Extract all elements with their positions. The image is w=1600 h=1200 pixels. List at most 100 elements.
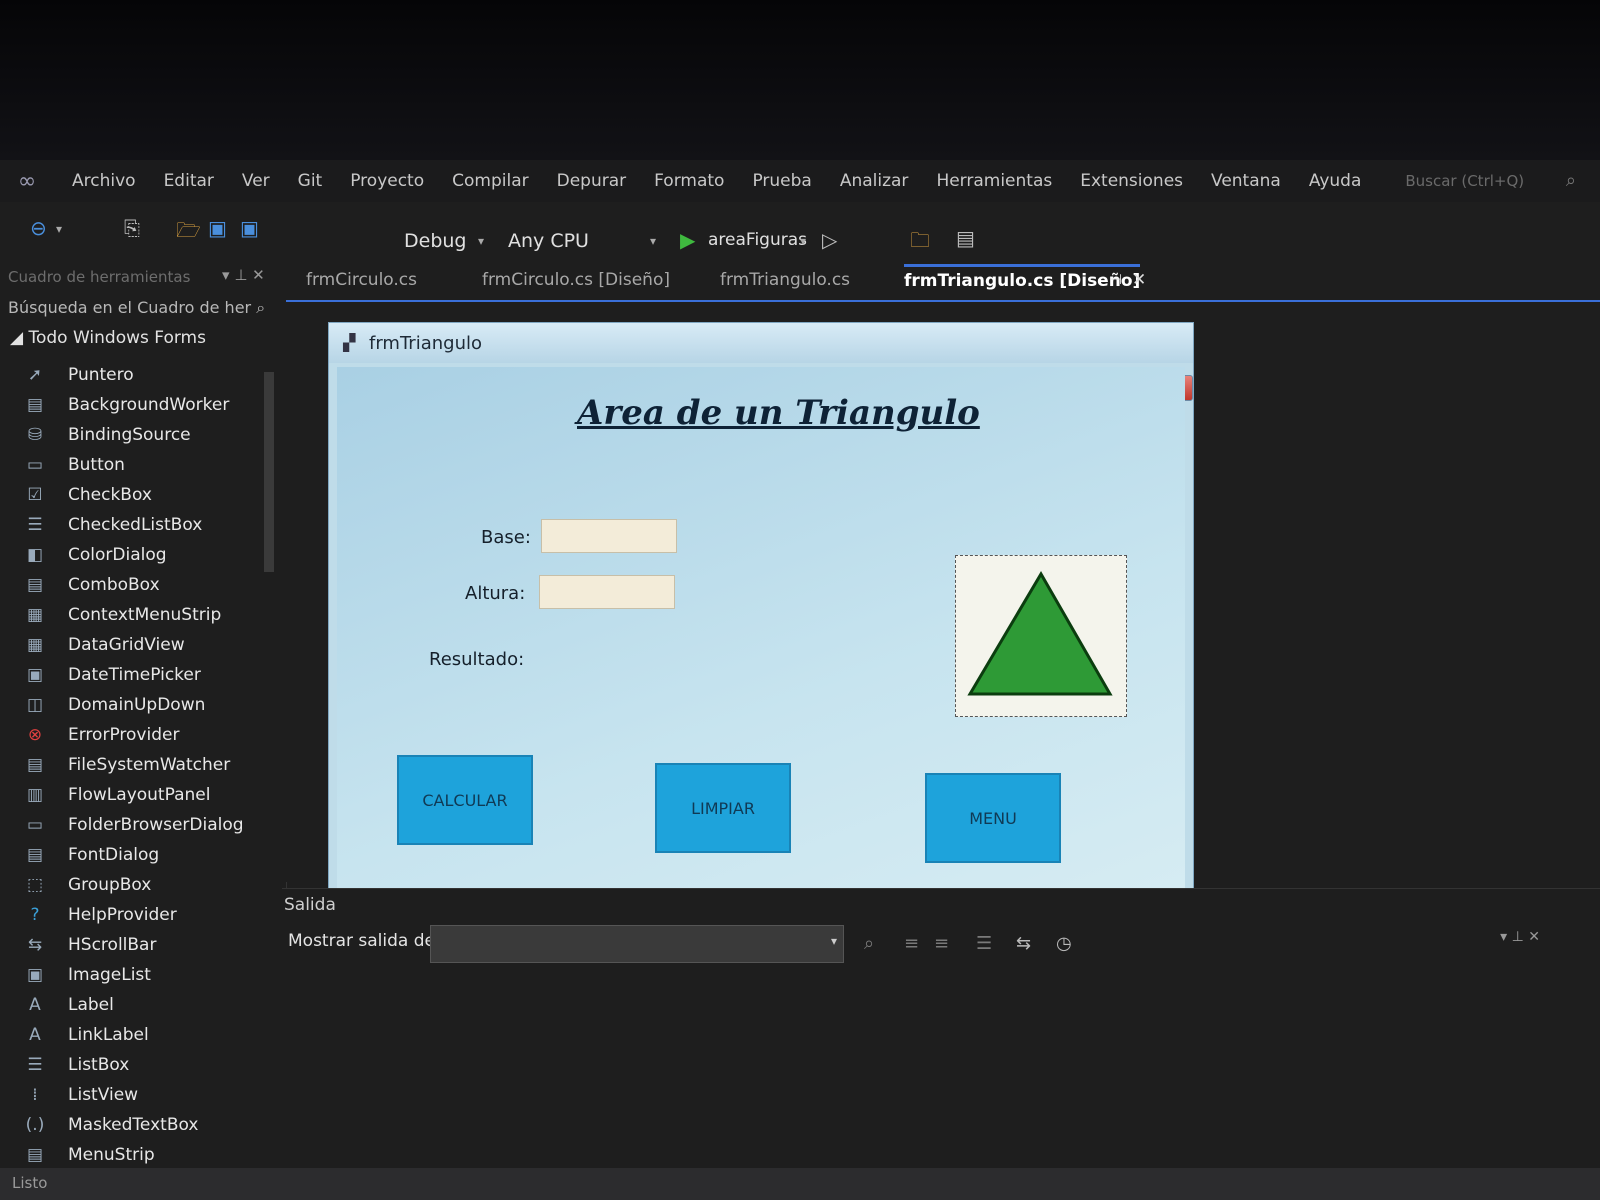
limpiar-button[interactable]: LIMPIAR <box>655 763 791 853</box>
menu-ayuda[interactable]: Ayuda <box>1295 171 1376 191</box>
tab-frmtriangulo-code[interactable]: frmTriangulo.cs <box>720 270 850 290</box>
dropdown-icon[interactable]: ▾ <box>222 266 230 284</box>
close-tab-icon[interactable]: ✕ <box>1132 270 1146 290</box>
platform-chevron-icon[interactable]: ▾ <box>650 234 656 248</box>
toolbox-item-label: Label <box>68 995 114 1015</box>
new-project-icon[interactable]: ⎘ <box>124 216 140 240</box>
start-debug-icon[interactable]: ▶ <box>680 228 695 252</box>
toolbox-item-errorprovider[interactable]: ⊗ ErrorProvider <box>0 720 262 750</box>
startup-chevron-icon[interactable]: ▾ <box>800 234 806 248</box>
pin-tab-icon[interactable]: ⊣ <box>1110 272 1122 288</box>
toolbox-item-checkedlistbox[interactable]: ☰ CheckedListBox <box>0 510 262 540</box>
toolbox-item-helpprovider[interactable]: ? HelpProvider <box>0 900 262 930</box>
word-wrap-icon[interactable]: ⇆ <box>1016 933 1031 954</box>
toolbox-item-groupbox[interactable]: ⬚ GroupBox <box>0 870 262 900</box>
toolbox-item-linklabel[interactable]: A LinkLabel <box>0 1020 262 1050</box>
toolbox-item-datetimepicker[interactable]: ▣ DateTimePicker <box>0 660 262 690</box>
toolbox-item-label[interactable]: A Label <box>0 990 262 1020</box>
status-text: Listo <box>12 1174 48 1192</box>
base-textbox[interactable] <box>541 519 677 553</box>
toolbox-item-maskedtextbox[interactable]: (.) MaskedTextBox <box>0 1110 262 1140</box>
start-without-debug-icon[interactable]: ▷ <box>822 228 837 252</box>
open-folder-icon[interactable]: 🗁 <box>176 216 201 250</box>
toolbox-item-label: BackgroundWorker <box>68 395 230 415</box>
toolbox-item-fontdialog[interactable]: ▤ FontDialog <box>0 840 262 870</box>
toolbox-item-menustrip[interactable]: ▤ MenuStrip <box>0 1140 262 1170</box>
toolbox-item-listbox[interactable]: ☰ ListBox <box>0 1050 262 1080</box>
toolbox-item-domainupdown[interactable]: ◫ DomainUpDown <box>0 690 262 720</box>
tab-frmtriangulo-design[interactable]: frmTriangulo.cs [Diseño] <box>904 264 1141 291</box>
menu-proyecto[interactable]: Proyecto <box>336 171 438 191</box>
altura-textbox[interactable] <box>539 575 675 609</box>
output-source-select[interactable]: ▾ <box>430 925 844 963</box>
context-menu-icon: ▦ <box>26 605 44 625</box>
solution-explorer-icon[interactable]: 🗀 <box>910 226 930 260</box>
configuration-chevron-icon[interactable]: ▾ <box>478 234 484 248</box>
menu-ver[interactable]: Ver <box>228 171 284 191</box>
close-icon[interactable]: ✕ <box>252 266 265 284</box>
toolbox-item-bindingsource[interactable]: ⛁ BindingSource <box>0 420 262 450</box>
toolbox-group-label: Todo Windows Forms <box>28 328 206 348</box>
menu-git[interactable]: Git <box>284 171 337 191</box>
form-frmtriangulo[interactable]: ▞ frmTriangulo ▬ ◻ ✕ Area de un Triangul… <box>328 322 1194 904</box>
color-dialog-icon: ◧ <box>26 545 44 565</box>
combobox-icon: ▤ <box>26 575 44 595</box>
search-icon[interactable]: ⌕ <box>1566 170 1576 191</box>
toolbox-item-datagridview[interactable]: ▦ DataGridView <box>0 630 262 660</box>
form-client-area: Area de un Triangulo Base: Altura: Resul… <box>337 367 1185 897</box>
toolbox-item-filesystemwatcher[interactable]: ▤ FileSystemWatcher <box>0 750 262 780</box>
calcular-button[interactable]: CALCULAR <box>397 755 533 845</box>
toolbox-item-label: DataGridView <box>68 635 185 655</box>
menu-formato[interactable]: Formato <box>640 171 738 191</box>
save-icon[interactable]: ▣ <box>208 216 227 240</box>
menu-analizar[interactable]: Analizar <box>826 171 923 191</box>
toolbox-search-input[interactable]: Búsqueda en el Cuadro de her ⌕ <box>8 298 278 318</box>
toolbox-item-combobox[interactable]: ▤ ComboBox <box>0 570 262 600</box>
imagelist-icon: ▣ <box>26 965 44 985</box>
triangle-picturebox[interactable] <box>955 555 1127 717</box>
back-dropdown-icon[interactable]: ▾ <box>56 222 62 236</box>
toolbox-item-backgroundworker[interactable]: ▤ BackgroundWorker <box>0 390 262 420</box>
tab-frmcirculo-design[interactable]: frmCirculo.cs [Diseño] <box>482 270 670 290</box>
startup-project-button[interactable]: areaFiguras <box>708 230 807 250</box>
toolbox-group-header[interactable]: ◢ Todo Windows Forms <box>10 328 206 348</box>
datagrid-icon: ▦ <box>26 635 44 655</box>
toolbox-item-puntero[interactable]: ➚ Puntero <box>0 360 262 390</box>
dropdown-icon[interactable]: ▾ <box>1500 929 1507 945</box>
toolbox-scrollbar[interactable] <box>264 372 274 572</box>
previous-message-icon[interactable]: ≡ <box>904 933 919 954</box>
search-box[interactable]: Buscar (Ctrl+Q) <box>1395 172 1534 190</box>
menu-archivo[interactable]: Archivo <box>58 171 150 191</box>
toolbox-item-flowlayoutpanel[interactable]: ▥ FlowLayoutPanel <box>0 780 262 810</box>
toolbox-item-hscrollbar[interactable]: ⇆ HScrollBar <box>0 930 262 960</box>
tab-frmcirculo-code[interactable]: frmCirculo.cs <box>306 270 417 290</box>
pin-icon[interactable]: ⊥ <box>234 266 247 284</box>
menu-ventana[interactable]: Ventana <box>1197 171 1295 191</box>
configuration-dropdown[interactable]: Debug <box>404 230 466 252</box>
toolbox-item-listview[interactable]: ⁞ ListView <box>0 1080 262 1110</box>
find-message-icon[interactable]: ⌕ <box>864 933 874 954</box>
menu-herramientas[interactable]: Herramientas <box>922 171 1066 191</box>
menu-depurar[interactable]: Depurar <box>543 171 641 191</box>
toolbox-item-colordialog[interactable]: ◧ ColorDialog <box>0 540 262 570</box>
menu-prueba[interactable]: Prueba <box>738 171 825 191</box>
toolbox-item-contextmenustrip[interactable]: ▦ ContextMenuStrip <box>0 600 262 630</box>
menu-editar[interactable]: Editar <box>150 171 228 191</box>
properties-window-icon[interactable]: ▤ <box>956 226 975 250</box>
search-icon[interactable]: ⌕ <box>256 298 265 317</box>
menu-compilar[interactable]: Compilar <box>438 171 542 191</box>
menu-extensiones[interactable]: Extensiones <box>1066 171 1197 191</box>
toolbox-item-button[interactable]: ▭ Button <box>0 450 262 480</box>
pin-icon[interactable]: ⊥ <box>1512 929 1524 945</box>
clock-icon[interactable]: ◷ <box>1056 933 1072 954</box>
toolbox-item-folderbrowserdialog[interactable]: ▭ FolderBrowserDialog <box>0 810 262 840</box>
platform-dropdown[interactable]: Any CPU <box>508 230 589 252</box>
close-icon[interactable]: ✕ <box>1528 929 1540 945</box>
toolbox-item-imagelist[interactable]: ▣ ImageList <box>0 960 262 990</box>
toolbox-item-checkbox[interactable]: ☑ CheckBox <box>0 480 262 510</box>
menu-button[interactable]: MENU <box>925 773 1061 863</box>
clear-all-icon[interactable]: ☰ <box>976 933 992 954</box>
next-message-icon[interactable]: ≡ <box>934 933 949 954</box>
back-icon[interactable]: ⊖ <box>30 216 47 240</box>
save-all-icon[interactable]: ▣ <box>240 216 259 240</box>
